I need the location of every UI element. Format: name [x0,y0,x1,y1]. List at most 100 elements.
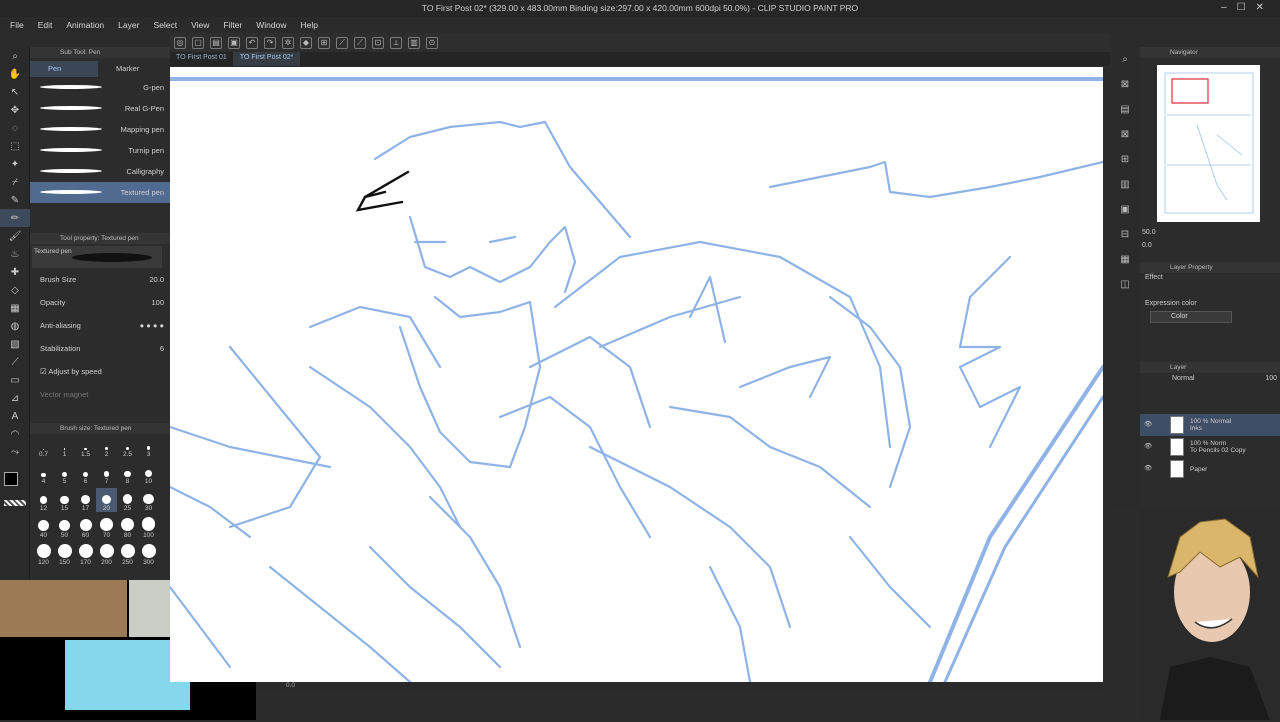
ruler-tool-icon[interactable]: ⊿ [0,389,30,407]
eye-icon[interactable]: 👁 [1144,420,1152,428]
brush-size-cell[interactable]: 60 [75,515,96,539]
assets-icon[interactable]: ⊙ [426,36,438,49]
frame-icon[interactable]: ▭ [0,371,30,389]
pencil-icon[interactable]: ✏ [0,209,30,227]
antialias-options[interactable]: ● ● ● ● [140,321,164,330]
brush-size-cell[interactable]: 8 [117,461,138,485]
auto-select-icon[interactable]: ✦ [0,155,30,173]
layer-row-paper[interactable]: 👁 Paper [1140,458,1280,480]
layer-row-inks[interactable]: 👁 100 % Normal Inks [1140,414,1280,436]
hand-icon[interactable]: ✋ [0,65,30,83]
history-icon[interactable]: ⊞ [1112,147,1138,172]
menu-layer[interactable]: Layer [118,20,139,30]
brush-textured-pen[interactable]: Textured pen [30,182,170,203]
brush-size-cell[interactable]: 10 [138,461,159,485]
brush-turnip-pen[interactable]: Turnip pen [30,140,170,161]
brush-size-cell[interactable]: 4 [33,461,54,485]
save-icon[interactable]: ▣ [228,36,240,49]
brush-size-value[interactable]: 20.0 [149,275,164,284]
eyedropper-icon[interactable]: ⌿ [0,173,30,191]
brush-size-row[interactable]: Brush Size 20.0 [30,268,170,291]
redo-icon[interactable]: ↷ [264,36,276,49]
window-controls[interactable]: –☐✕ [1221,2,1274,13]
brush-size-cell[interactable]: 80 [117,515,138,539]
main-color-swatch[interactable] [4,472,18,486]
brush-size-cell[interactable]: 40 [33,515,54,539]
navigator-zoom[interactable]: 50.0 [1142,229,1156,236]
close-panel-icon[interactable]: ⊠ [1112,72,1138,97]
operation-icon[interactable]: ↖ [0,83,30,101]
clip-studio-icon[interactable]: ◎ [174,36,186,49]
blend-icon[interactable]: ▦ [0,299,30,317]
palette-icon[interactable]: ▥ [1112,172,1138,197]
brush-size-cell[interactable]: 0.7 [33,434,54,458]
brush-g-pen[interactable]: G-pen [30,77,170,98]
adjust-speed-row[interactable]: ☑ Adjust by speed [30,360,170,383]
search-icon[interactable]: ⌕ [1112,47,1138,72]
preset-preview[interactable]: Textured pen [32,246,162,268]
status-zoom[interactable]: 0.0 [286,682,295,689]
balloon-icon[interactable]: ◠ [0,425,30,443]
color-set-icon[interactable]: ▣ [1112,197,1138,222]
brush-size-cell[interactable]: 3 [138,434,159,458]
layer-opacity[interactable]: 100 [1265,375,1277,382]
opacity-value[interactable]: 100 [151,298,164,307]
timeline-icon[interactable]: ▦ [1112,247,1138,272]
decoration-icon[interactable]: ✚ [0,263,30,281]
brush-size-cell[interactable]: 1 [54,434,75,458]
opacity-row[interactable]: Opacity 100 [30,291,170,314]
menu-window[interactable]: Window [256,20,286,30]
new-file-icon[interactable]: ▢ [192,36,204,49]
lasso-icon[interactable]: ◌ [0,119,30,137]
ruler-icon[interactable]: ⟂ [390,36,402,49]
pen-icon[interactable]: ✎ [0,191,30,209]
eraser-icon[interactable]: ◇ [0,281,30,299]
transparent-color-swatch[interactable] [4,500,26,506]
brush-size-cell[interactable]: 1.5 [75,434,96,458]
menu-filter[interactable]: Filter [223,20,242,30]
menu-help[interactable]: Help [300,20,317,30]
tab-first-post-02[interactable]: TO First Post 02* [233,52,301,66]
brush-size-cell[interactable]: 150 [54,542,75,566]
clear-icon[interactable]: ✲ [282,36,294,49]
drawing-canvas[interactable] [170,67,1103,682]
brush-size-cell[interactable]: 7 [96,461,117,485]
transform-icon[interactable]: ⊞ [318,36,330,49]
antialias-row[interactable]: Anti-aliasing ● ● ● ● [30,314,170,337]
brush-size-cell[interactable]: 250 [117,542,138,566]
brush-size-cell[interactable]: 5 [54,461,75,485]
menu-view[interactable]: View [191,20,209,30]
menu-file[interactable]: File [10,20,24,30]
brush-size-cell[interactable]: 17 [75,488,96,512]
navigator-rotation[interactable]: 0.0 [1142,242,1152,249]
brush-size-cell[interactable]: 170 [75,542,96,566]
tab-first-post-01[interactable]: TO First Post 01 [170,52,234,66]
brush-size-cell[interactable]: 200 [96,542,117,566]
brush-mapping-pen[interactable]: Mapping pen [30,119,170,140]
brush-size-cell[interactable]: 20 [96,488,117,512]
vector-magnet-row[interactable]: Vector magnet [30,383,170,406]
brush-size-cell[interactable]: 6 [75,461,96,485]
fill-tool-icon[interactable]: ◍ [0,317,30,335]
brush-real-g-pen[interactable]: Real G-Pen [30,98,170,119]
color-icon[interactable] [0,470,30,510]
figure-icon[interactable]: ⟋ [0,353,30,371]
3d-icon[interactable]: ◫ [1112,272,1138,297]
brush-size-cell[interactable]: 12 [33,488,54,512]
material-panel-icon[interactable]: ▤ [1112,97,1138,122]
menu-animation[interactable]: Animation [66,20,104,30]
text-icon[interactable]: A [0,407,30,425]
blend-mode-select[interactable]: Normal [1172,375,1195,382]
stabilization-row[interactable]: Stabilization 6 [30,337,170,360]
move-icon[interactable]: ✥ [0,101,30,119]
brush-size-cell[interactable]: 100 [138,515,159,539]
brush-calligraphy[interactable]: Calligraphy [30,161,170,182]
stabilization-value[interactable]: 6 [160,344,164,353]
brush-size-cell[interactable]: 25 [117,488,138,512]
material-icon[interactable]: ▥ [408,36,420,49]
brush-size-cell[interactable]: 300 [138,542,159,566]
menu-edit[interactable]: Edit [38,20,53,30]
brush-size-cell[interactable]: 2.5 [117,434,138,458]
zoom-icon[interactable]: ⌕ [0,47,30,65]
eye-icon[interactable]: 👁 [1144,442,1152,450]
